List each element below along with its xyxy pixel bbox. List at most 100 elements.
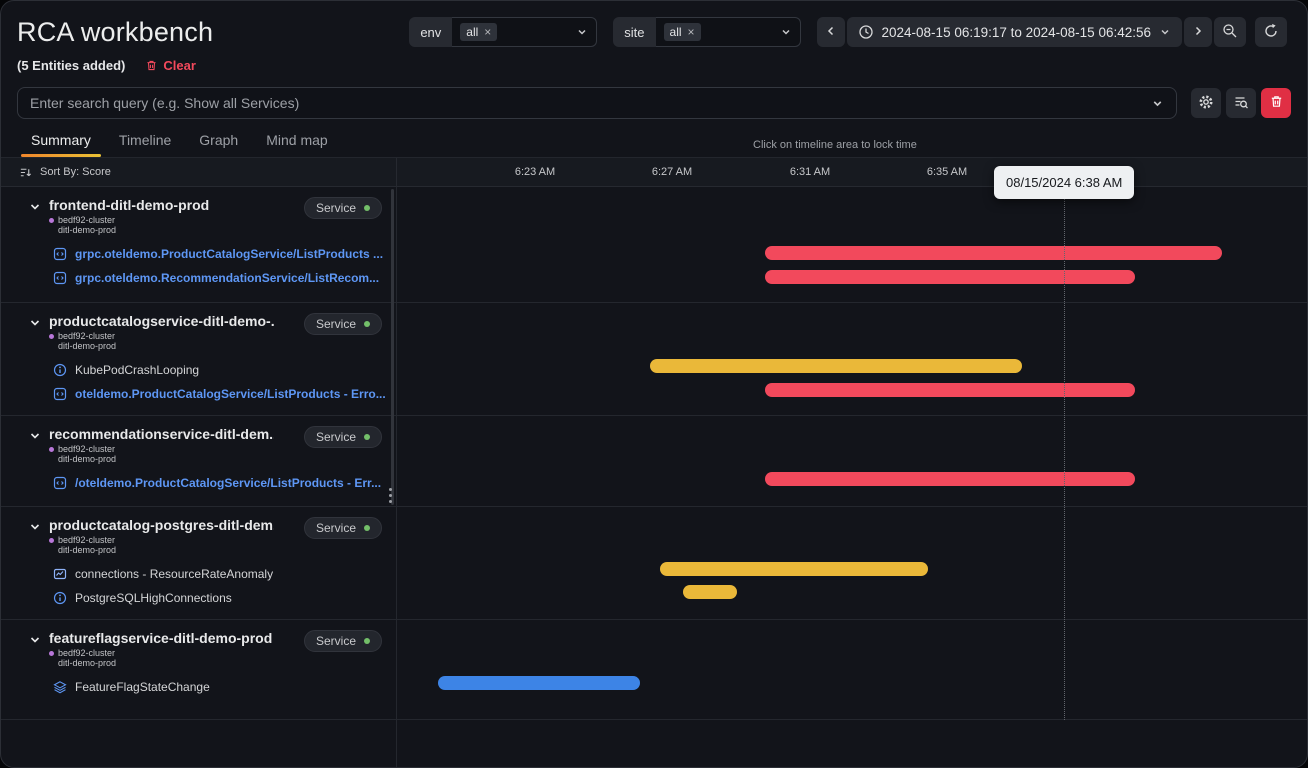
search-input[interactable] [30, 95, 1151, 111]
health-dot [364, 434, 370, 440]
event-text: connections - ResourceRateAnomaly [75, 567, 273, 581]
time-range-button[interactable]: 2024-08-15 06:19:17 to 2024-08-15 06:42:… [847, 17, 1182, 47]
timeline-bar-red[interactable] [765, 472, 1135, 486]
collapse-chevron-icon[interactable] [29, 634, 41, 646]
sub-header: (5 Entities added) Clear [1, 51, 1307, 83]
tab-bar: Summary Timeline Graph Mind map Click on… [1, 119, 1307, 157]
namespace-name: ditl-demo-prod [58, 341, 274, 351]
query-inspector-button[interactable] [1226, 88, 1256, 118]
settings-button[interactable] [1191, 88, 1221, 118]
timeline-bar-blue[interactable] [438, 676, 640, 690]
remove-site-filter-icon[interactable]: × [688, 26, 695, 38]
entities-added-count: (5 Entities added) [17, 58, 125, 73]
cluster-dot [49, 447, 54, 452]
service-badge-label: Service [316, 430, 356, 444]
zoom-out-button[interactable] [1214, 17, 1246, 47]
env-filter-value: all [466, 25, 478, 39]
clear-button-label: Clear [163, 58, 196, 73]
tab-timeline[interactable]: Timeline [105, 126, 185, 157]
entity-title[interactable]: frontend-ditl-demo-prod [49, 197, 209, 213]
search-dropdown-caret-icon[interactable] [1151, 97, 1164, 110]
gear-icon [1198, 94, 1214, 113]
timeline-lane[interactable] [397, 416, 1307, 506]
health-dot [364, 321, 370, 327]
refresh-button[interactable] [1255, 17, 1287, 47]
entity-event-link[interactable]: /oteldemo.ProductCatalogService/ListProd… [53, 476, 386, 490]
entity-title[interactable]: recommendationservice-ditl-dem... [49, 426, 274, 442]
entity-group-row: featureflagservice-ditl-demo-prod bedf92… [1, 620, 1307, 720]
delete-query-button[interactable] [1261, 88, 1291, 118]
env-filter-label: env [409, 17, 452, 47]
scrollbar-thumb[interactable] [391, 189, 394, 505]
timeline-lane[interactable] [397, 187, 1307, 302]
event-text: PostgreSQLHighConnections [75, 591, 232, 605]
entity-alert-item[interactable]: KubePodCrashLooping [53, 363, 386, 377]
timeline-lane[interactable] [397, 303, 1307, 415]
chevron-down-icon [576, 26, 588, 38]
clear-entities-button[interactable]: Clear [145, 58, 196, 73]
entity-group-row: recommendationservice-ditl-dem... bedf92… [1, 416, 1307, 507]
sort-by-control[interactable]: Sort By: Score [1, 158, 397, 186]
env-filter: env all × [409, 17, 597, 47]
entity-event-link[interactable]: grpc.oteldemo.RecommendationService/List… [53, 271, 386, 285]
bottom-filler [1, 720, 1307, 767]
search-actions [1191, 88, 1291, 118]
cluster-dot [49, 651, 54, 656]
remove-env-filter-icon[interactable]: × [484, 26, 491, 38]
time-shift-forward-button[interactable] [1184, 17, 1212, 47]
collapse-chevron-icon[interactable] [29, 521, 41, 533]
top-controls: env all × site all × [409, 17, 1287, 47]
tab-mind-map[interactable]: Mind map [252, 126, 341, 157]
entity-event-link[interactable]: oteldemo.ProductCatalogService/ListProdu… [53, 387, 386, 401]
timeline-bar-yellow[interactable] [650, 359, 1022, 373]
entity-title[interactable]: productcatalogservice-ditl-demo-... [49, 313, 274, 329]
info-icon [53, 591, 67, 605]
time-shift-back-button[interactable] [817, 17, 845, 47]
namespace-name: ditl-demo-prod [58, 225, 209, 235]
timeline-bar-red[interactable] [765, 270, 1135, 284]
timeline-bar-red[interactable] [765, 383, 1135, 397]
cluster-dot [49, 538, 54, 543]
cluster-name: bedf92-cluster [58, 648, 115, 658]
health-dot [364, 525, 370, 531]
chevron-left-icon [825, 25, 837, 40]
collapse-chevron-icon[interactable] [29, 201, 41, 213]
chevron-right-icon [1192, 25, 1204, 40]
api-icon [53, 387, 67, 401]
cluster-name: bedf92-cluster [58, 444, 115, 454]
service-badge: Service [304, 313, 382, 335]
env-select[interactable]: all × [452, 17, 597, 47]
tab-summary[interactable]: Summary [17, 126, 105, 157]
collapse-chevron-icon[interactable] [29, 430, 41, 442]
collapse-chevron-icon[interactable] [29, 317, 41, 329]
sort-by-label: Sort By: Score [40, 166, 111, 178]
entity-anomaly-item[interactable]: connections - ResourceRateAnomaly [53, 567, 386, 581]
time-axis[interactable]: 6:23 AM6:27 AM6:31 AM6:35 AM [397, 158, 1307, 186]
entity-alert-item[interactable]: PostgreSQLHighConnections [53, 591, 386, 605]
search-list-icon [1233, 94, 1249, 113]
axis-tick: 6:35 AM [927, 166, 967, 178]
site-select[interactable]: all × [656, 17, 801, 47]
entity-title[interactable]: featureflagservice-ditl-demo-prod [49, 630, 272, 646]
timeline-lane[interactable] [397, 620, 1307, 719]
entity-card: featureflagservice-ditl-demo-prod bedf92… [1, 620, 397, 719]
entity-event-item[interactable]: FeatureFlagStateChange [53, 680, 386, 694]
service-badge: Service [304, 517, 382, 539]
event-text: grpc.oteldemo.RecommendationService/List… [75, 271, 379, 285]
cluster-name: bedf92-cluster [58, 535, 115, 545]
cluster-dot [49, 218, 54, 223]
timeline-bar-yellow[interactable] [683, 585, 737, 599]
entity-title[interactable]: productcatalog-postgres-ditl-dem... [49, 517, 274, 533]
timeline-lane[interactable] [397, 507, 1307, 619]
trash-icon [1269, 94, 1284, 112]
timeline-bar-red[interactable] [765, 246, 1222, 260]
env-filter-chip: all × [460, 23, 497, 41]
panel-resize-handle[interactable] [389, 488, 392, 503]
chevron-down-icon [780, 26, 792, 38]
timeline-bar-yellow[interactable] [660, 562, 928, 576]
time-picker: 2024-08-15 06:19:17 to 2024-08-15 06:42:… [817, 17, 1287, 47]
entity-event-link[interactable]: grpc.oteldemo.ProductCatalogService/List… [53, 247, 386, 261]
entity-card: frontend-ditl-demo-prod bedf92-cluster d… [1, 187, 397, 302]
tab-graph[interactable]: Graph [185, 126, 252, 157]
axis-tick: 6:23 AM [515, 166, 555, 178]
